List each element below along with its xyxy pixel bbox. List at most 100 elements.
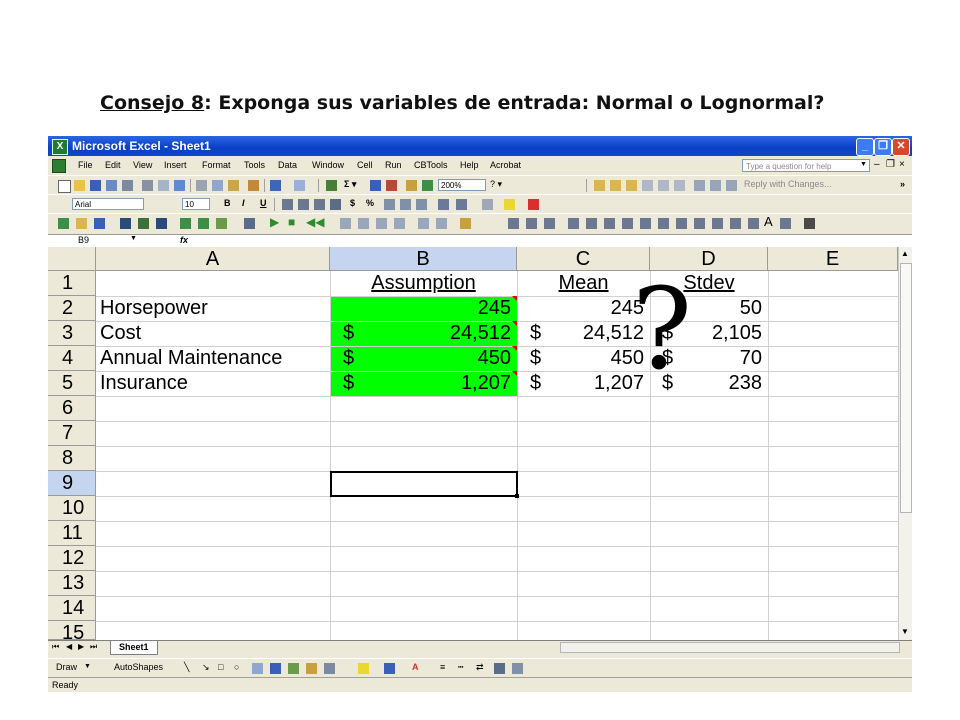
label-cell[interactable]: Insurance xyxy=(100,371,330,396)
label-cell[interactable]: Horsepower xyxy=(100,296,330,321)
step-icon[interactable]: ■ xyxy=(288,215,295,229)
menu-file[interactable]: File xyxy=(78,160,93,170)
picture-tool-icon[interactable] xyxy=(324,663,335,674)
menu-acrobat[interactable]: Acrobat xyxy=(490,160,521,170)
format-painter-icon[interactable] xyxy=(248,180,259,191)
minimize-button[interactable]: _ xyxy=(856,138,874,156)
menu-run[interactable]: Run xyxy=(385,160,402,170)
scrollbar-thumb[interactable] xyxy=(900,263,912,513)
mean-cell[interactable]: 24,512 xyxy=(517,321,644,346)
doc-restore-button[interactable]: ❐ xyxy=(886,159,895,170)
first-sheet-icon[interactable]: ⏮ xyxy=(52,642,59,652)
addin-icon-6[interactable] xyxy=(156,218,167,229)
email-icon[interactable] xyxy=(122,180,133,191)
review-icon-5[interactable] xyxy=(658,180,669,191)
draw-menu-button[interactable]: Draw xyxy=(56,662,77,672)
addin-icon-12[interactable] xyxy=(358,218,369,229)
menu-help[interactable]: Help xyxy=(460,160,479,170)
addin-icon-31[interactable] xyxy=(748,218,759,229)
autoshapes-menu-button[interactable]: AutoShapes xyxy=(114,662,163,672)
line-color-icon[interactable] xyxy=(384,663,395,674)
decrease-decimal-icon[interactable] xyxy=(416,199,427,210)
arrow-style-icon[interactable]: ⇄ xyxy=(476,662,484,673)
menu-window[interactable]: Window xyxy=(312,160,344,170)
addin-icon-25[interactable] xyxy=(640,218,651,229)
addin-icon-5[interactable] xyxy=(138,218,149,229)
addin-icon-26[interactable] xyxy=(658,218,669,229)
sort-descending-icon[interactable] xyxy=(386,180,397,191)
underline-button[interactable]: U xyxy=(260,198,267,208)
addin-icon-29[interactable] xyxy=(712,218,723,229)
merge-center-icon[interactable] xyxy=(330,199,341,210)
addin-icon-22[interactable] xyxy=(586,218,597,229)
assumption-cell[interactable]: 245 xyxy=(330,296,511,321)
review-icon-2[interactable] xyxy=(610,180,621,191)
last-sheet-icon[interactable]: ⏭ xyxy=(90,642,97,652)
close-button[interactable]: ✕ xyxy=(892,138,910,156)
restore-button[interactable]: ❐ xyxy=(874,138,892,156)
menu-view[interactable]: View xyxy=(133,160,152,170)
addin-icon-13[interactable] xyxy=(376,218,387,229)
column-header-e[interactable]: E xyxy=(768,247,898,271)
review-icon-3[interactable] xyxy=(626,180,637,191)
italic-button[interactable]: I xyxy=(242,198,245,208)
row-header[interactable]: 11 xyxy=(48,521,96,546)
dash-style-icon[interactable]: ┅ xyxy=(458,662,463,673)
mean-cell[interactable]: 1,207 xyxy=(517,371,644,396)
select-all-corner[interactable] xyxy=(48,247,96,271)
addin-icon-30[interactable] xyxy=(730,218,741,229)
percent-button[interactable]: % xyxy=(366,198,374,208)
rectangle-tool-icon[interactable]: □ xyxy=(218,662,223,672)
next-sheet-icon[interactable]: ▶ xyxy=(78,642,84,651)
column-header-a[interactable]: A xyxy=(96,247,330,271)
reply-with-changes-button[interactable]: Reply with Changes... xyxy=(744,179,832,189)
permission-icon[interactable] xyxy=(106,180,117,191)
prev-sheet-icon[interactable]: ◀ xyxy=(66,642,72,651)
addin-icon-27[interactable] xyxy=(676,218,687,229)
label-cell[interactable]: Annual Maintenance xyxy=(100,346,330,371)
fx-icon[interactable]: fx xyxy=(180,235,188,245)
review-icon-1[interactable] xyxy=(594,180,605,191)
active-cell-b9[interactable] xyxy=(330,471,518,497)
print-preview-icon[interactable] xyxy=(158,180,169,191)
help-dropdown-icon[interactable]: ▼ xyxy=(860,161,867,168)
mean-cell[interactable]: 245 xyxy=(517,296,644,321)
oval-tool-icon[interactable]: ○ xyxy=(234,662,239,672)
clipart-tool-icon[interactable] xyxy=(306,663,317,674)
assumption-cell[interactable]: 450 xyxy=(330,346,511,371)
font-name-select[interactable]: Arial xyxy=(72,198,144,210)
increase-indent-icon[interactable] xyxy=(456,199,467,210)
comment-indicator[interactable] xyxy=(512,346,517,351)
open-icon[interactable] xyxy=(74,180,85,191)
zoom-select[interactable]: 200% xyxy=(438,179,486,191)
line-tool-icon[interactable]: ╲ xyxy=(184,662,189,673)
addin-icon-14[interactable] xyxy=(394,218,405,229)
font-color-draw-icon[interactable]: A xyxy=(412,662,419,672)
fill-handle[interactable] xyxy=(515,494,519,498)
help-icon[interactable]: ? ▾ xyxy=(490,179,502,190)
font-size-select[interactable]: 10 xyxy=(182,198,210,210)
chart-wizard-icon[interactable] xyxy=(406,180,417,191)
comment-indicator[interactable] xyxy=(512,296,517,301)
menu-insert[interactable]: Insert xyxy=(164,160,187,170)
addin-icon-16[interactable] xyxy=(436,218,447,229)
addin-icon-8[interactable] xyxy=(198,218,209,229)
new-icon[interactable] xyxy=(58,180,71,193)
increase-decimal-icon[interactable] xyxy=(400,199,411,210)
addin-icon-2[interactable] xyxy=(76,218,87,229)
assumption-cell[interactable]: 24,512 xyxy=(330,321,511,346)
vertical-scrollbar[interactable]: ▲ ▼ xyxy=(898,247,912,640)
align-left-icon[interactable] xyxy=(282,199,293,210)
review-icon-7[interactable] xyxy=(694,180,705,191)
addin-icon-15[interactable] xyxy=(418,218,429,229)
save-icon[interactable] xyxy=(90,180,101,191)
addin-icon-11[interactable] xyxy=(340,218,351,229)
doc-minimize-button[interactable]: – xyxy=(874,159,880,170)
tools-icon[interactable] xyxy=(804,218,815,229)
assumption-cell[interactable]: 1,207 xyxy=(330,371,511,396)
spreadsheet-grid[interactable]: A B C D E 1 2 3 4 5 6 7 8 9 10 11 12 13 … xyxy=(48,247,912,640)
help-search-input[interactable]: Type a question for help xyxy=(742,159,870,172)
addin-text-icon[interactable]: A xyxy=(764,214,773,229)
doc-close-button[interactable]: × xyxy=(899,159,905,170)
row-header[interactable]: 2 xyxy=(48,296,96,321)
